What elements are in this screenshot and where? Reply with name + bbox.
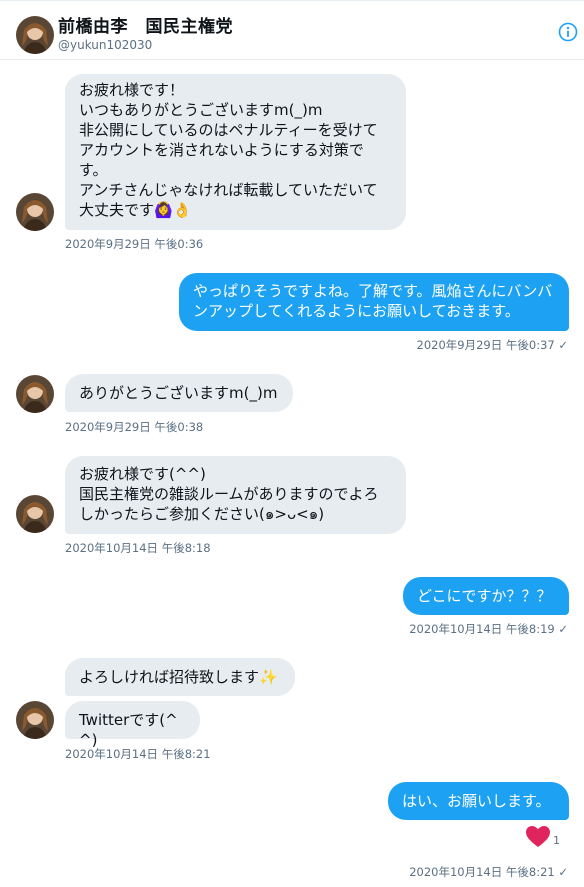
message-bubble-received[interactable]: お疲れ様です！ いつもありがとうございますm(_)m 非公開にしているのはペナル… xyxy=(65,74,406,230)
message-timestamp: 2020年9月29日 午後0:36 xyxy=(65,237,204,251)
message-timestamp: 2020年9月29日 午後0:38 xyxy=(65,420,204,434)
info-icon[interactable] xyxy=(558,22,578,42)
message-bubble-sent[interactable]: やっぱりそうですよね。了解です。風焔さんにバンバンアップしてくれるようにお願いし… xyxy=(179,273,569,331)
avatar[interactable] xyxy=(16,701,54,739)
message-timestamp: 2020年10月14日 午後8:19 ✓ xyxy=(409,622,568,636)
message-timestamp: 2020年10月14日 午後8:18 xyxy=(65,541,211,555)
message-bubble-sent[interactable]: どこにですか？？？ xyxy=(403,577,569,615)
message-bubble-received[interactable]: Twitterです(^^) xyxy=(65,701,200,749)
message-bubble-received[interactable]: お疲れ様です(^^) 国民主権党の雑談ルームがありますのでよろしかったらご参加く… xyxy=(65,456,406,534)
conversation-title[interactable]: 前橋由李 国民主権党 xyxy=(58,12,233,37)
avatar[interactable] xyxy=(16,16,54,54)
conversation-handle: @yukun102030 xyxy=(58,38,153,52)
heart-icon xyxy=(526,826,550,847)
message-bubble-received[interactable]: よろしければ招待致します✨ xyxy=(65,658,295,696)
message-timestamp: 2020年9月29日 午後0:37 ✓ xyxy=(416,338,569,352)
avatar[interactable] xyxy=(16,495,54,533)
avatar[interactable] xyxy=(16,193,54,231)
message-timestamp: 2020年10月14日 午後8:21 xyxy=(65,747,211,761)
conversation-header: 前橋由李 国民主権党 @yukun102030 xyxy=(0,1,584,60)
heart-reaction[interactable] xyxy=(526,826,566,848)
reaction-count: 1 xyxy=(553,834,560,847)
avatar[interactable] xyxy=(16,375,54,413)
message-bubble-sent[interactable]: はい、お願いします。 xyxy=(388,782,569,820)
message-bubble-received[interactable]: ありがとうございますm(_)m xyxy=(65,374,293,412)
message-timestamp: 2020年10月14日 午後8:21 ✓ xyxy=(409,865,568,879)
